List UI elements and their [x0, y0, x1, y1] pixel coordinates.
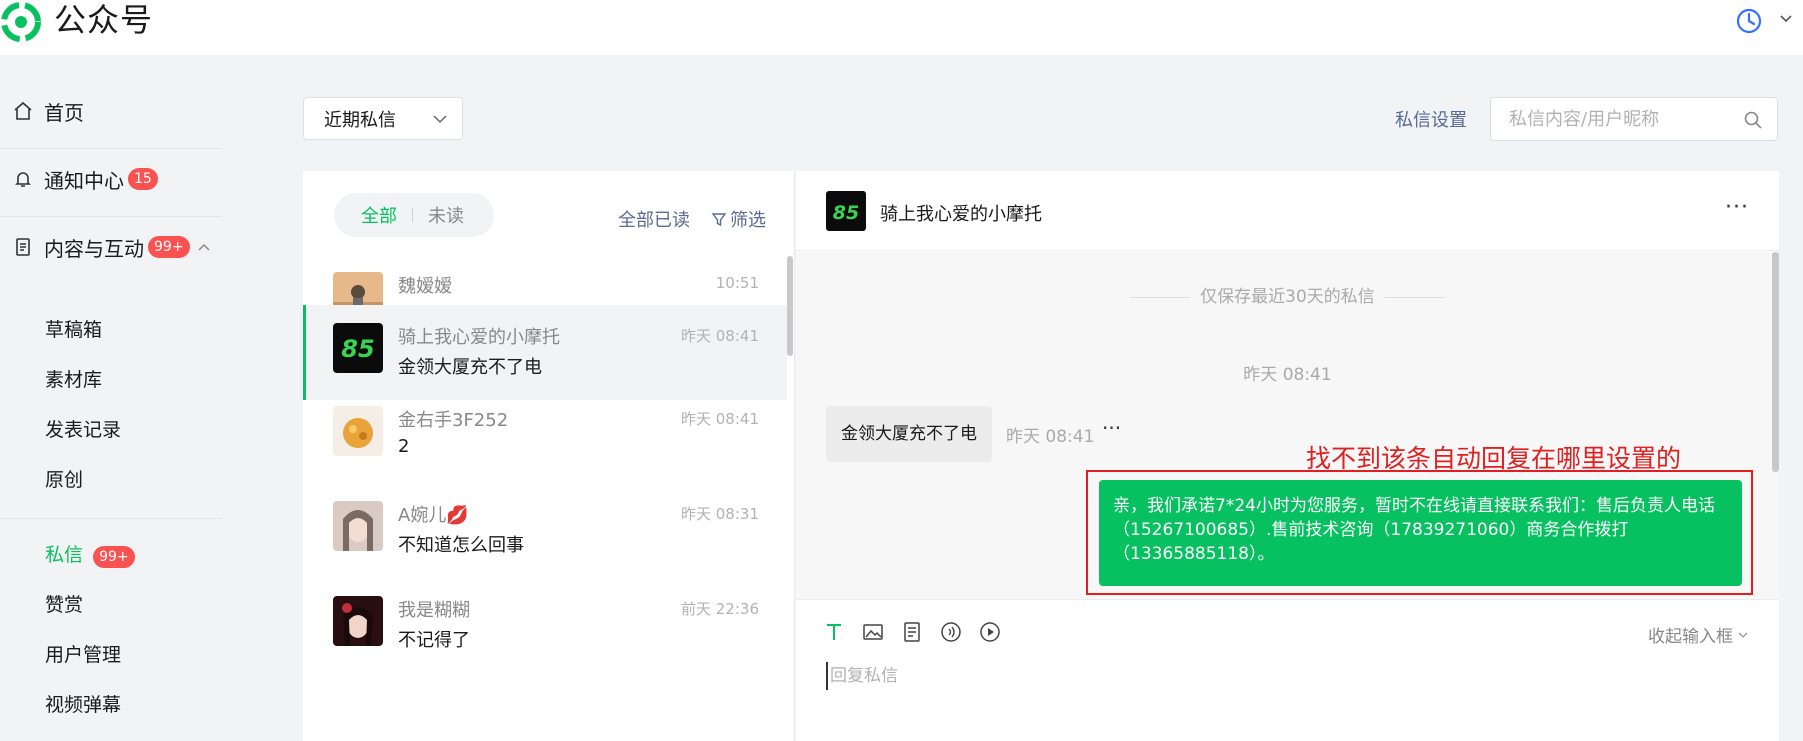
tab-separator — [412, 208, 413, 222]
bell-icon — [15, 172, 31, 187]
conversation-item[interactable]: A婉儿💋 不知道怎么回事 昨天 08:31 — [303, 483, 787, 578]
conversation-name: 金右手3F252 — [398, 410, 509, 431]
conversation-time: 昨天 08:41 — [681, 410, 759, 428]
message-settings-link[interactable]: 私信设置 — [1395, 106, 1467, 132]
mark-all-read-link[interactable]: 全部已读 — [618, 206, 690, 232]
chevron-down-icon[interactable] — [1778, 10, 1794, 26]
range-select[interactable]: 近期私信 — [303, 97, 463, 140]
notice-line — [1384, 296, 1445, 298]
notification-badge: 15 — [128, 168, 158, 190]
sidebar-item-messages[interactable]: 私信 99+ — [45, 541, 135, 569]
conversation-list-scrollbar[interactable] — [787, 256, 793, 356]
sidebar-item-home[interactable]: 首页 — [0, 95, 84, 127]
document-icon — [16, 238, 30, 256]
retention-notice: 仅保存最近30天的私信 — [796, 282, 1779, 307]
sidebar-item-label: 私信 — [45, 544, 84, 566]
sidebar-item-label: 首页 — [44, 100, 84, 125]
message-area: 仅保存最近30天的私信 昨天 08:41 金领大厦充不了电 昨天 08:41 ·… — [796, 252, 1779, 599]
retention-notice-text: 仅保存最近30天的私信 — [1200, 287, 1375, 307]
search-icon[interactable] — [1743, 110, 1763, 130]
top-bar: 公众号 — [0, 0, 1803, 55]
chevron-up-icon[interactable] — [196, 239, 212, 255]
range-select-value: 近期私信 — [324, 109, 396, 131]
tab-all[interactable]: 全部 — [361, 202, 397, 228]
chat-header: 85 骑上我心爱的小摩托 ··· — [796, 171, 1779, 251]
clock-icon[interactable] — [1735, 7, 1763, 35]
chat-scrollbar[interactable] — [1772, 252, 1779, 472]
conversation-list-panel: 全部 未读 全部已读 筛选 魏嫒嫒 02 10:51 85 骑上我心爱的小摩托 … — [303, 171, 795, 741]
tab-unread[interactable]: 未读 — [428, 202, 464, 228]
read-filter-tabs: 全部 未读 — [334, 193, 494, 237]
conversation-time: 前天 22:36 — [681, 600, 759, 618]
filter-button[interactable]: 筛选 — [711, 206, 766, 232]
avatar — [333, 596, 383, 646]
conversation-time: 10:51 — [715, 274, 759, 292]
conversation-preview: 金领大厦充不了电 — [398, 357, 542, 378]
app-title: 公众号 — [54, 1, 154, 39]
filter-label: 筛选 — [730, 210, 766, 231]
conversation-preview: 不知道怎么回事 — [398, 535, 524, 556]
chat-title: 骑上我心爱的小摩托 — [880, 204, 1042, 225]
collapse-input-label: 收起输入框 — [1648, 627, 1733, 647]
conversation-name: 我是糊糊 — [398, 600, 470, 621]
sidebar-item-label: 通知中心 — [44, 168, 124, 193]
incoming-message: 金领大厦充不了电 — [826, 406, 992, 462]
sidebar-item-publish-records[interactable]: 发表记录 — [45, 416, 121, 444]
message-timestamp: 昨天 08:41 — [1243, 365, 1332, 385]
avatar: 85 — [826, 191, 866, 231]
video-icon[interactable] — [978, 620, 1002, 644]
avatar-number: 85 — [833, 202, 859, 224]
conversation-name: 魏嫒嫒 — [398, 276, 452, 297]
wechat-official-logo-icon — [1, 2, 41, 42]
image-icon[interactable] — [861, 620, 885, 644]
avatar: 85 — [333, 323, 383, 373]
outgoing-auto-reply: 亲，我们承诺7*24小时为您服务，暂时不在线请直接联系我们：售后负责人电话（15… — [1099, 480, 1742, 586]
sidebar-item-video-danmaku[interactable]: 视频弹幕 — [45, 691, 121, 719]
avatar-number: 85 — [341, 335, 374, 363]
incoming-message-time: 昨天 08:41 — [1006, 427, 1095, 447]
composer: 收起输入框 — [796, 599, 1779, 741]
conversation-time: 昨天 08:31 — [681, 505, 759, 523]
conversation-name: A婉儿💋 — [398, 505, 469, 526]
sidebar-item-materials[interactable]: 素材库 — [45, 366, 102, 394]
search-input[interactable] — [1509, 98, 1739, 140]
article-icon[interactable] — [900, 620, 924, 644]
chat-panel: 85 骑上我心爱的小摩托 ··· 仅保存最近30天的私信 昨天 08:41 金领… — [796, 171, 1779, 741]
home-icon — [14, 101, 32, 120]
conversation-item[interactable]: 金右手3F252 2 昨天 08:41 — [303, 388, 787, 483]
sidebar-item-label: 内容与互动 — [44, 236, 144, 261]
audio-icon[interactable] — [939, 620, 963, 644]
avatar — [333, 501, 383, 551]
conversation-item[interactable]: 85 骑上我心爱的小摩托 金领大厦充不了电 昨天 08:41 — [303, 305, 787, 400]
reply-input[interactable] — [826, 662, 1746, 690]
chevron-down-icon — [433, 115, 447, 124]
sidebar-divider — [0, 216, 222, 217]
search-box — [1490, 97, 1778, 141]
avatar — [333, 406, 383, 456]
notice-line — [1130, 296, 1191, 298]
chevron-down-icon — [1738, 632, 1748, 638]
message-more-icon[interactable]: ··· — [1102, 416, 1121, 440]
sidebar-item-original[interactable]: 原创 — [45, 466, 83, 494]
messages-badge: 99+ — [93, 546, 135, 568]
filter-icon — [711, 213, 727, 227]
sidebar-item-notifications[interactable]: 通知中心 15 — [0, 163, 158, 195]
collapse-input-button[interactable]: 收起输入框 — [1648, 622, 1749, 647]
conversation-name: 骑上我心爱的小摩托 — [398, 327, 560, 348]
sidebar-item-content[interactable]: 内容与互动 99+ — [0, 231, 212, 263]
conversation-preview: 2 — [398, 436, 410, 457]
conversation-time: 昨天 08:41 — [681, 327, 759, 345]
more-options-icon[interactable]: ··· — [1725, 195, 1749, 220]
conversation-item[interactable]: 我是糊糊 不记得了 前天 22:36 — [303, 578, 787, 673]
sidebar-divider — [0, 518, 222, 519]
sidebar-item-drafts[interactable]: 草稿箱 — [45, 316, 102, 344]
sidebar: 首页 通知中心 15 内容与互动 99+ 草稿箱 素材库 发表记录 原创 私信 … — [0, 55, 222, 741]
sidebar-item-user-management[interactable]: 用户管理 — [45, 641, 121, 669]
text-format-icon[interactable] — [822, 620, 846, 644]
conversation-preview: 不记得了 — [398, 630, 470, 651]
content-badge: 99+ — [148, 236, 190, 258]
sidebar-item-rewards[interactable]: 赞赏 — [45, 591, 83, 619]
sidebar-divider — [0, 148, 222, 149]
